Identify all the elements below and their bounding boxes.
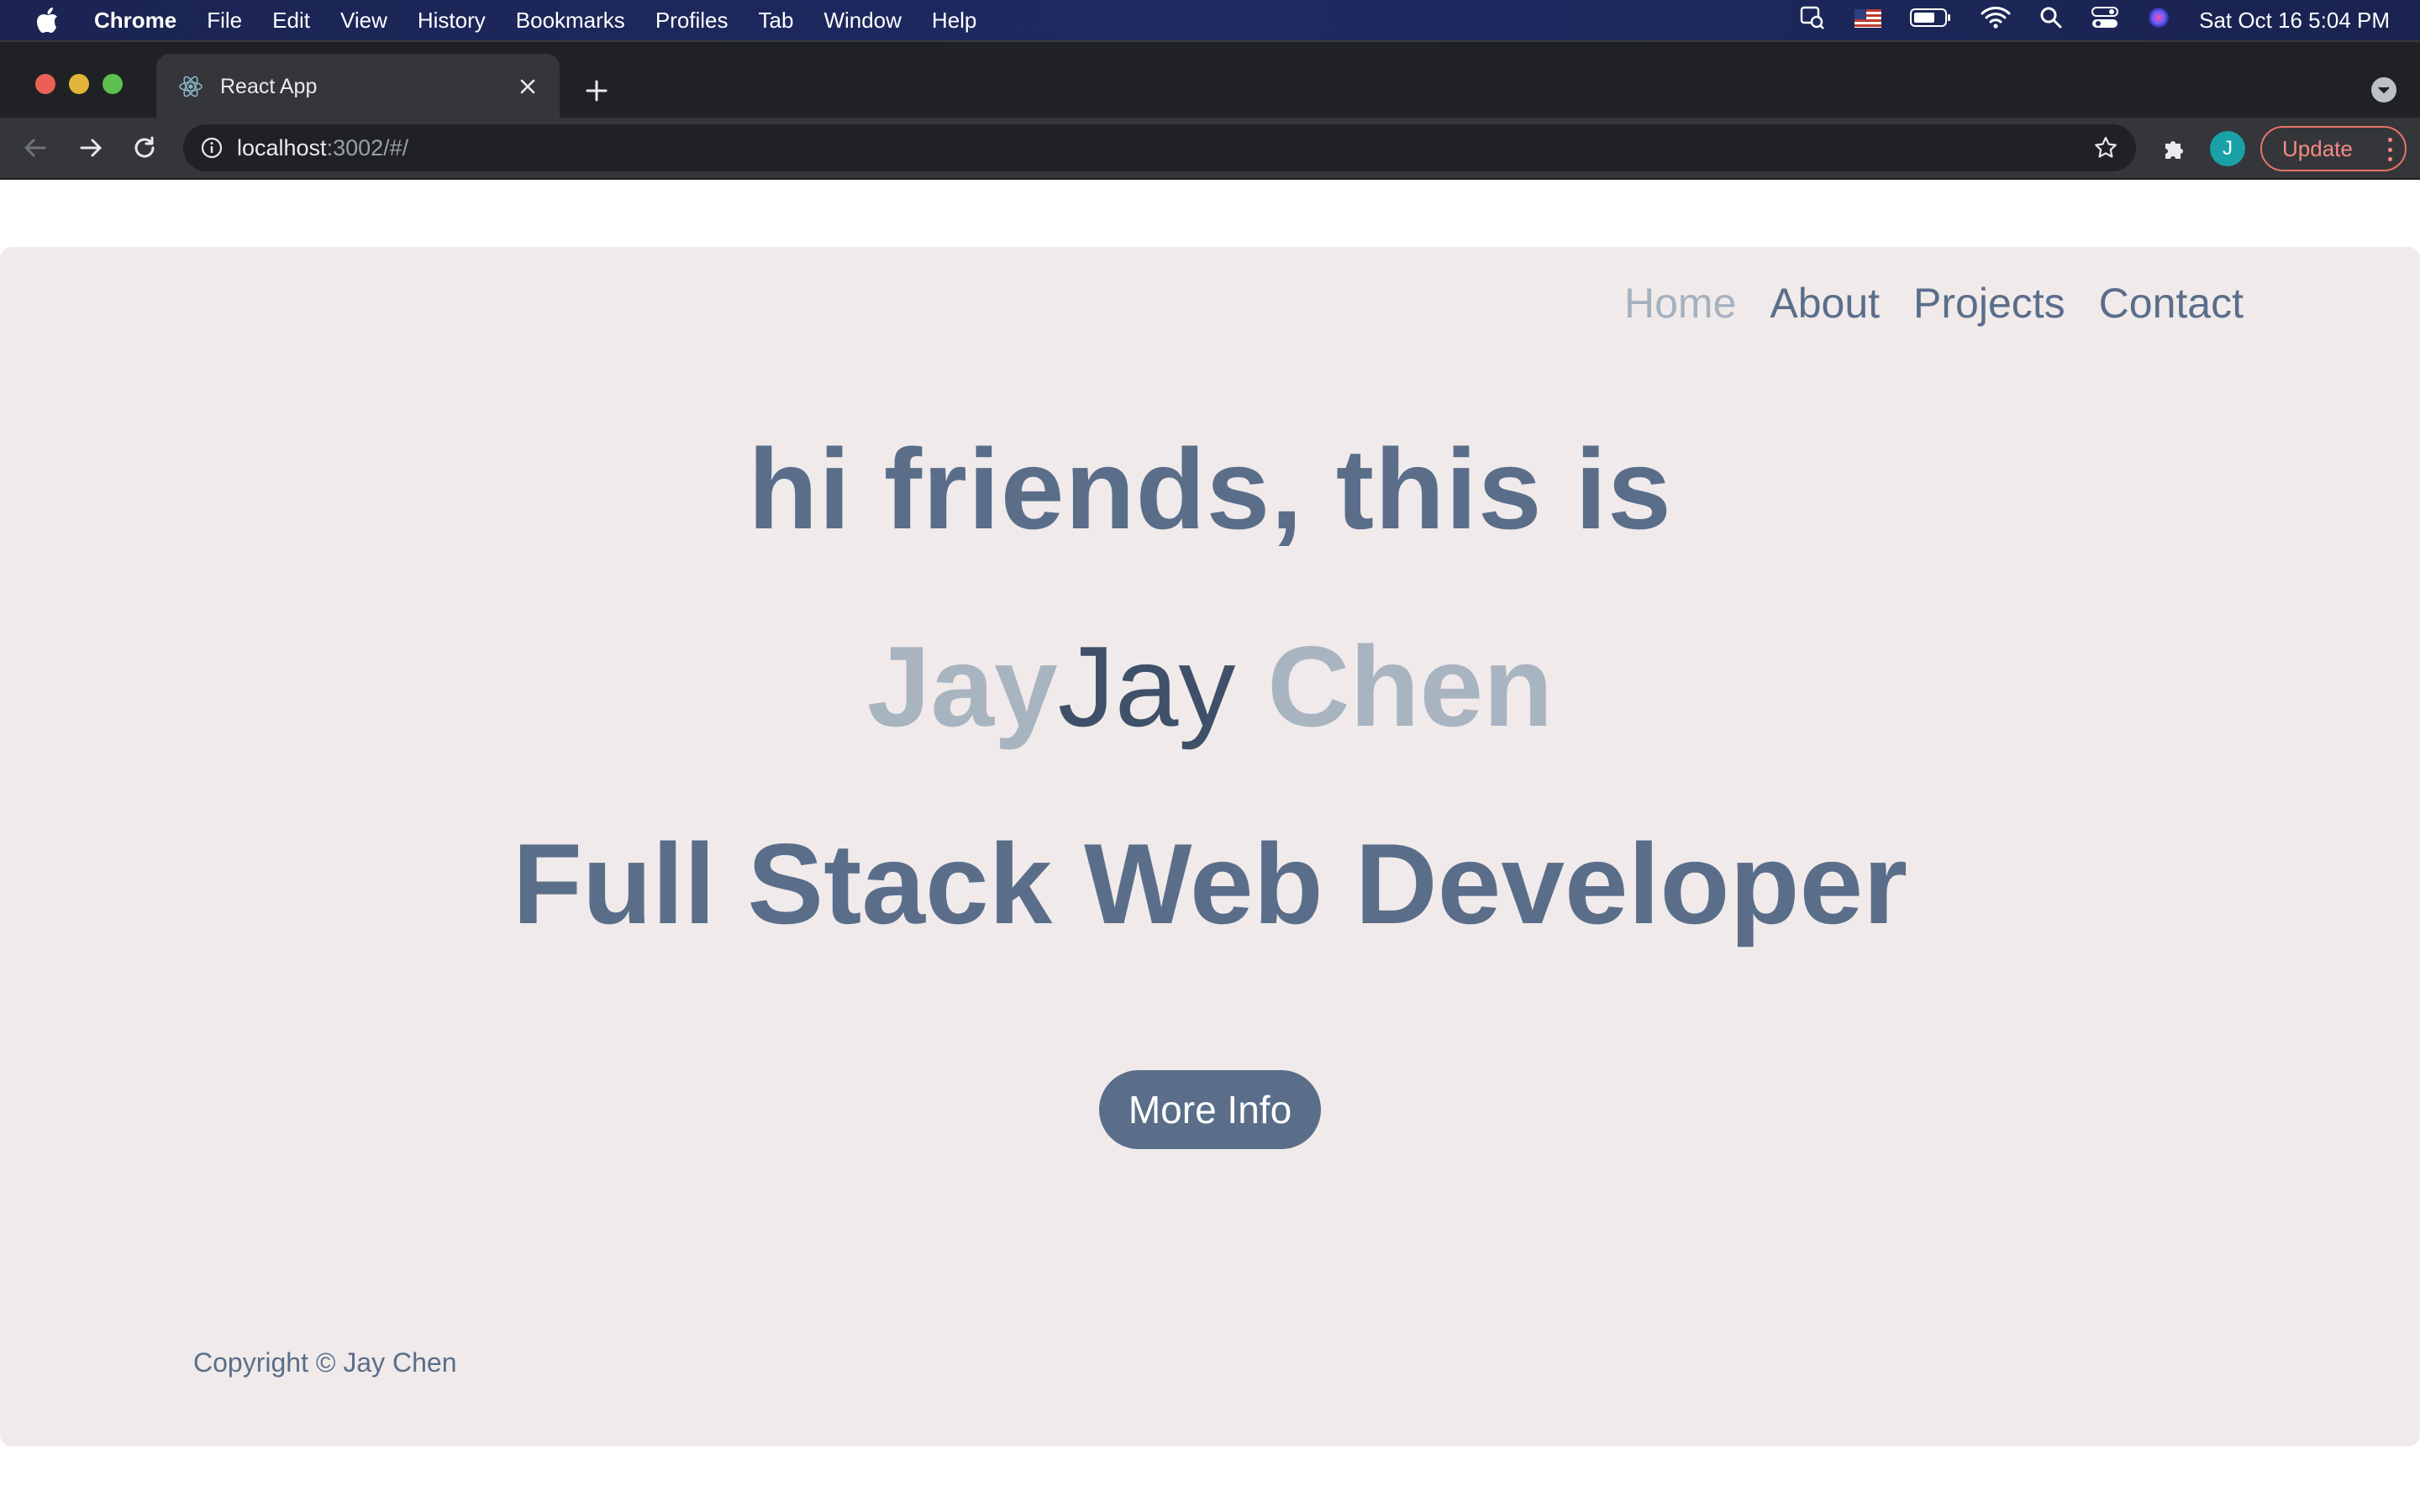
browser-toolbar: localhost:3002/#/ J Update xyxy=(0,118,2420,180)
menu-chrome[interactable]: Chrome xyxy=(94,8,176,34)
update-label: Update xyxy=(2282,135,2353,161)
hero-greeting: hi friends, this is xyxy=(748,425,1672,553)
battery-icon[interactable] xyxy=(1910,8,1952,34)
browser-tab-react-app[interactable]: React App xyxy=(156,54,560,119)
portfolio-card: Home About Projects Contact hi friends, … xyxy=(0,247,2420,1446)
us-flag-icon[interactable] xyxy=(1854,8,1882,34)
menu-edit[interactable]: Edit xyxy=(272,8,310,34)
apple-menu-icon[interactable] xyxy=(24,0,71,40)
menu-history[interactable]: History xyxy=(418,8,486,34)
back-arrow-icon[interactable] xyxy=(17,129,54,166)
control-center-icon[interactable] xyxy=(2091,6,2119,35)
menu-bar-clock[interactable]: Sat Oct 16 5:04 PM xyxy=(2199,8,2390,34)
menu-help[interactable]: Help xyxy=(932,8,976,34)
browser-tab-strip: React App xyxy=(0,40,2420,119)
menu-file[interactable]: File xyxy=(207,8,242,34)
window-zoom-button[interactable] xyxy=(103,74,123,94)
nav-contact[interactable]: Contact xyxy=(2099,279,2244,328)
more-menu-icon[interactable] xyxy=(2386,138,2393,161)
menu-profiles[interactable]: Profiles xyxy=(655,8,729,34)
tab-search-chevron-down-icon[interactable] xyxy=(2371,77,2396,102)
hero-role: Full Stack Web Developer xyxy=(512,820,1908,948)
siri-icon[interactable] xyxy=(2147,6,2170,35)
web-page: Home About Projects Contact hi friends, … xyxy=(0,181,2420,1512)
url-path: :3002/#/ xyxy=(326,134,409,160)
macos-menu-bar: Chrome File Edit View History Bookmarks … xyxy=(0,0,2420,40)
url-text[interactable]: localhost:3002/#/ xyxy=(237,135,408,161)
site-nav: Home About Projects Contact xyxy=(1624,279,2244,328)
screen-sharing-icon[interactable] xyxy=(1799,4,1826,37)
hero-name-typed: Jay xyxy=(866,622,1058,750)
react-logo-icon xyxy=(176,72,205,101)
menu-window[interactable]: Window xyxy=(823,8,901,34)
menu-bookmarks[interactable]: Bookmarks xyxy=(516,8,625,34)
window-minimize-button[interactable] xyxy=(69,74,89,94)
nav-about[interactable]: About xyxy=(1770,279,1880,328)
site-info-icon[interactable] xyxy=(198,134,225,161)
window-close-button[interactable] xyxy=(35,74,55,94)
bookmark-star-icon[interactable] xyxy=(2091,133,2121,163)
url-host: localhost xyxy=(237,134,327,160)
extensions-puzzle-icon[interactable] xyxy=(2158,133,2190,165)
menu-tab[interactable]: Tab xyxy=(759,8,794,34)
close-tab-icon[interactable] xyxy=(516,75,539,98)
reload-icon[interactable] xyxy=(126,129,163,166)
nav-home[interactable]: Home xyxy=(1624,279,1736,328)
forward-arrow-icon[interactable] xyxy=(72,129,109,166)
menu-view[interactable]: View xyxy=(340,8,387,34)
spotlight-search-icon[interactable] xyxy=(2039,6,2063,35)
wifi-icon[interactable] xyxy=(1981,6,2011,35)
chrome-update-button[interactable]: Update xyxy=(2260,126,2407,171)
new-tab-plus-icon[interactable] xyxy=(580,74,613,108)
hero-name-typing: Jay xyxy=(1057,622,1236,750)
nav-projects[interactable]: Projects xyxy=(1913,279,2065,328)
address-bar[interactable]: localhost:3002/#/ xyxy=(183,124,2136,171)
profile-avatar[interactable]: J xyxy=(2210,131,2245,166)
tab-title: React App xyxy=(220,74,318,98)
hero-name: JayJay Chen xyxy=(0,621,2420,752)
hero-name-surname: Chen xyxy=(1235,622,1554,750)
more-info-button[interactable]: More Info xyxy=(1099,1070,1321,1149)
footer-copyright: Copyright © Jay Chen xyxy=(193,1347,457,1378)
